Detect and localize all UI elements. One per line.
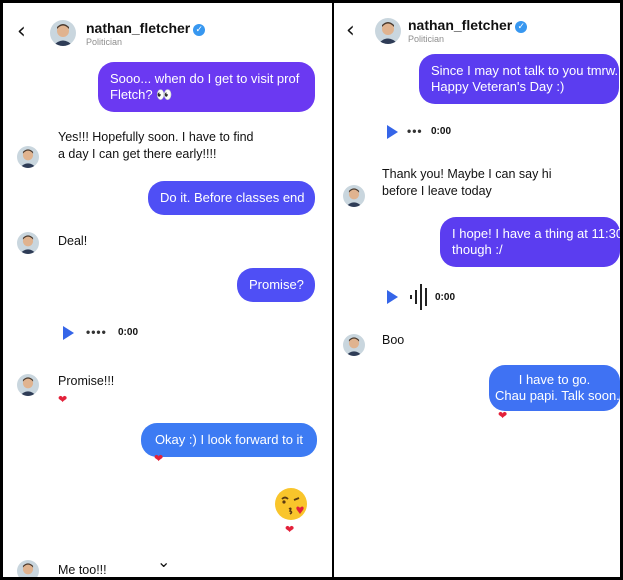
sent-message-bubble[interactable]: Promise? (237, 268, 315, 302)
sent-message-bubble[interactable]: Since I may not talk to you tmrw. Happy … (419, 54, 619, 104)
sent-message-bubble[interactable]: I hope! I have a thing at 11:30 though :… (440, 217, 620, 267)
message-line: Happy Veteran's Day :) (431, 79, 565, 94)
scroll-down-chevron-icon[interactable]: ⌄ (157, 552, 170, 571)
username: nathan_fletcher (408, 17, 513, 33)
message-text: Promise? (249, 277, 304, 292)
received-message[interactable]: Thank you! Maybe I can say hi before I l… (382, 166, 552, 200)
message-line: a day I can get there early!!!! (58, 147, 217, 161)
avatar[interactable] (17, 232, 39, 254)
message-line: Fletch? 👀 (110, 87, 173, 102)
voice-waveform-dots: •••• (86, 325, 107, 339)
message-line: before I leave today (382, 184, 492, 198)
sent-message-bubble[interactable]: I have to go. Chau papi. Talk soon. (489, 365, 620, 411)
message-line: I hope! I have a thing at 11:30 (452, 226, 620, 241)
back-chevron-icon[interactable]: ‹ (346, 20, 355, 42)
avatar[interactable] (375, 18, 401, 44)
username: nathan_fletcher (86, 20, 191, 36)
play-voice-button-icon[interactable] (387, 290, 398, 304)
received-message[interactable]: Deal! (58, 233, 87, 250)
avatar[interactable] (50, 20, 76, 46)
user-subtitle: Politician (86, 37, 123, 47)
avatar[interactable] (17, 146, 39, 168)
voice-duration: 0:00 (118, 327, 139, 338)
panel-divider (332, 0, 334, 580)
message-line: Sooo... when do I get to visit prof (110, 71, 300, 86)
avatar-photo-icon (343, 185, 365, 207)
sent-message-bubble[interactable]: Okay :) I look forward to it (141, 423, 317, 457)
voice-waveform-icon (410, 284, 427, 310)
message-line: Yes!!! Hopefully soon. I have to find (58, 130, 254, 144)
heart-reaction-icon: ❤ (285, 523, 295, 536)
avatar[interactable] (343, 334, 365, 356)
sent-message-bubble[interactable]: Sooo... when do I get to visit prof Flet… (98, 62, 315, 112)
avatar[interactable] (343, 185, 365, 207)
avatar-photo-icon (343, 334, 365, 356)
avatar-photo-icon (17, 374, 39, 396)
sent-message-bubble[interactable]: Do it. Before classes end (148, 181, 315, 215)
message-line: though :/ (452, 242, 503, 257)
heart-reaction-icon: ❤ (58, 393, 68, 406)
avatar-photo-icon (375, 18, 401, 44)
received-message[interactable]: Boo (382, 332, 404, 349)
verified-badge-icon: ✓ (515, 21, 528, 33)
chat-header[interactable]: nathan_fletcher ✓ Politician (86, 20, 326, 47)
play-voice-button-icon[interactable] (387, 125, 398, 139)
voice-duration: 0:00 (435, 292, 456, 303)
play-voice-button-icon[interactable] (63, 326, 74, 340)
back-chevron-icon[interactable]: ‹ (17, 21, 26, 43)
message-line: Since I may not talk to you tmrw. (431, 63, 619, 78)
avatar[interactable] (17, 560, 39, 580)
kissing-face-emoji-icon[interactable] (273, 486, 309, 522)
heart-reaction-icon: ❤ (498, 409, 508, 422)
left-chat-panel: ‹ nathan_fletcher ✓ Politician Sooo... wh… (3, 0, 332, 580)
verified-badge-icon: ✓ (193, 24, 206, 36)
avatar[interactable] (17, 374, 39, 396)
received-message[interactable]: Promise!!! (58, 373, 114, 390)
voice-waveform-dots: ••• (407, 124, 423, 138)
avatar-photo-icon (17, 560, 39, 580)
right-chat-panel: ‹ nathan_fletcher ✓ Politician Since I ma… (334, 0, 620, 580)
avatar-photo-icon (17, 146, 39, 168)
user-subtitle: Politician (408, 34, 445, 44)
avatar-photo-icon (50, 20, 76, 46)
message-text: Okay :) I look forward to it (154, 432, 304, 447)
avatar-photo-icon (17, 232, 39, 254)
received-message[interactable]: Yes!!! Hopefully soon. I have to find a … (58, 129, 254, 163)
message-text: Do it. Before classes end (160, 190, 305, 205)
voice-duration: 0:00 (431, 126, 452, 137)
message-line: Chau papi. Talk soon. (495, 388, 620, 403)
message-line: Thank you! Maybe I can say hi (382, 167, 552, 181)
chat-header[interactable]: nathan_fletcher ✓ Politician (408, 17, 608, 44)
received-message[interactable]: Me too!!! (58, 562, 107, 579)
heart-reaction-icon: ❤ (154, 452, 164, 465)
message-line: I have to go. (518, 372, 591, 387)
